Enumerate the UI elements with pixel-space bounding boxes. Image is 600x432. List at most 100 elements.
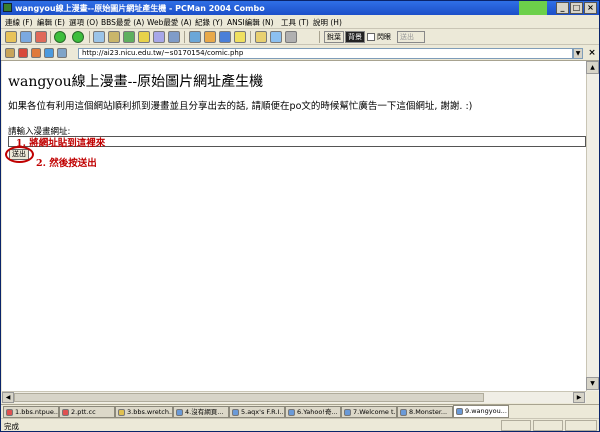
tab-label: 8.Monster...	[409, 408, 448, 416]
tools-icon[interactable]	[285, 31, 297, 43]
tab-icon	[288, 409, 295, 416]
settings-icon[interactable]	[153, 31, 165, 43]
tab-icon	[456, 408, 463, 415]
tab-6[interactable]: 6.Yahoo!奇...	[285, 406, 341, 418]
page-icon[interactable]	[57, 48, 67, 58]
tab-3[interactable]: 3.bbs.wretch...	[115, 406, 173, 418]
tab-icon	[176, 409, 183, 416]
scroll-left-icon[interactable]: ◀	[2, 392, 14, 403]
refresh-icon[interactable]	[123, 31, 135, 43]
address-dropdown[interactable]: ▼	[573, 48, 583, 59]
tab-9-active[interactable]: 9.wangyou...	[453, 405, 509, 418]
paste-icon[interactable]	[108, 31, 120, 43]
send-toolbar-button[interactable]: 送出	[397, 31, 425, 43]
note-icon[interactable]	[234, 31, 246, 43]
menu-edit[interactable]: 編輯 (E)	[37, 17, 65, 28]
toolbar-separator	[184, 31, 185, 43]
menu-connection[interactable]: 連線 (F)	[5, 17, 33, 28]
window-icon[interactable]	[219, 31, 231, 43]
copy-icon[interactable]	[93, 31, 105, 43]
toolbar-separator	[250, 31, 251, 43]
folder-icon[interactable]	[204, 31, 216, 43]
tab-label: 5.aqx's F.R.I...	[241, 408, 285, 416]
status-text: 完成	[4, 422, 19, 431]
tab-label: 1.bbs.ntpue...	[15, 408, 59, 416]
menu-history[interactable]: 紀錄 (Y)	[195, 17, 223, 28]
tab-4[interactable]: 4.沒有網頁...	[173, 406, 229, 418]
back-icon[interactable]	[54, 31, 66, 43]
tab-icon	[400, 409, 407, 416]
tab-bar: 1.bbs.ntpue... 2.ptt.cc 3.bbs.wretch... …	[1, 404, 599, 418]
menu-options[interactable]: 選項 (O)	[69, 17, 98, 28]
status-cell	[501, 420, 531, 431]
page-content: wangyou線上漫畫--原始圖片網址產生機 如果各位有利用這個網站順利抓到漫畫…	[2, 61, 586, 391]
status-cell	[533, 420, 563, 431]
info-icon[interactable]	[270, 31, 282, 43]
background-button[interactable]: 背景	[345, 31, 365, 43]
maximize-button[interactable]: □	[570, 2, 583, 14]
toolbar-separator	[319, 31, 320, 43]
tab-icon	[232, 409, 239, 416]
window-title: wangyou線上漫畫--原始圖片網址產生機 - PCMan 2004 Comb…	[15, 4, 265, 13]
page-description: 如果各位有利用這個網站順利抓到漫畫並且分享出去的話, 請順便在po文的時候幫忙廣…	[8, 101, 473, 112]
horizontal-scrollbar[interactable]: ◀ ▶	[2, 391, 586, 403]
scroll-down-icon[interactable]: ▼	[586, 377, 599, 390]
new-connection-icon[interactable]	[5, 31, 17, 43]
status-cell	[565, 420, 597, 431]
disconnect-icon[interactable]	[35, 31, 47, 43]
blink-checkbox-label: 閃眼	[377, 33, 391, 41]
browser-window: wangyou線上漫畫--原始圖片網址產生機 - PCMan 2004 Comb…	[0, 0, 600, 432]
status-indicator	[519, 1, 547, 15]
address-book-icon[interactable]	[20, 31, 32, 43]
app-icon	[3, 3, 12, 12]
forward-icon[interactable]	[72, 31, 84, 43]
close-button[interactable]: ×	[584, 2, 597, 14]
rss-icon[interactable]	[31, 48, 41, 58]
page-title: wangyou線上漫畫--原始圖片網址產生機	[8, 74, 264, 90]
menu-help[interactable]: 說明 (H)	[313, 17, 342, 28]
tab-label: 2.ptt.cc	[71, 408, 96, 416]
tab-7[interactable]: 7.Welcome t...	[341, 406, 397, 418]
globe-icon[interactable]	[44, 48, 54, 58]
annotation-step-1: 1. 將網址貼到這裡來	[16, 138, 106, 149]
status-bar: 完成	[1, 418, 599, 431]
tab-icon	[6, 409, 13, 416]
menu-tools[interactable]: 工具 (T)	[281, 17, 309, 28]
close-page-icon[interactable]: ×	[587, 48, 597, 59]
tab-label: 3.bbs.wretch...	[127, 408, 173, 416]
horizontal-scroll-thumb[interactable]	[14, 393, 484, 402]
address-bar: http://ai23.nicu.edu.tw/~s0170154/comic.…	[1, 46, 599, 61]
home-icon[interactable]	[5, 48, 15, 58]
tab-label: 9.wangyou...	[465, 407, 507, 415]
vertical-scrollbar[interactable]: ▲ ▼	[586, 61, 599, 391]
tab-5[interactable]: 5.aqx's F.R.I...	[229, 406, 285, 418]
font-button[interactable]: 銳葉	[324, 31, 344, 43]
menu-web-favorites[interactable]: Web最愛 (A)	[147, 17, 192, 28]
tab-8[interactable]: 8.Monster...	[397, 406, 453, 418]
menu-bar: 連線 (F) 編輯 (E) 選項 (O) BBS最愛 (A) Web最愛 (A)…	[1, 15, 599, 29]
menu-bbs-favorites[interactable]: BBS最愛 (A)	[101, 17, 144, 28]
blink-checkbox[interactable]	[367, 33, 375, 41]
globe-icon[interactable]	[189, 31, 201, 43]
address-input[interactable]: http://ai23.nicu.edu.tw/~s0170154/comic.…	[78, 48, 573, 59]
minimize-button[interactable]: _	[556, 2, 569, 14]
toolbar: 銳葉 背景 閃眼 送出	[1, 29, 599, 45]
tab-2[interactable]: 2.ptt.cc	[59, 406, 115, 418]
tab-1[interactable]: 1.bbs.ntpue...	[3, 406, 59, 418]
annotation-circle	[5, 146, 34, 163]
tab-label: 6.Yahoo!奇...	[297, 408, 338, 416]
tab-icon	[344, 409, 351, 416]
tab-label: 4.沒有網頁...	[185, 408, 224, 416]
annotation-step-2: 2. 然後按送出	[36, 158, 97, 169]
toolbar-separator	[50, 31, 51, 43]
scroll-up-icon[interactable]: ▲	[586, 61, 599, 74]
user-icon[interactable]	[168, 31, 180, 43]
favorites-icon[interactable]	[138, 31, 150, 43]
edit-icon[interactable]	[255, 31, 267, 43]
menu-ansi-edit[interactable]: ANSI編輯 (N)	[227, 17, 274, 28]
scroll-right-icon[interactable]: ▶	[573, 392, 585, 403]
title-bar[interactable]: wangyou線上漫畫--原始圖片網址產生機 - PCMan 2004 Comb…	[1, 1, 599, 15]
tab-icon	[62, 409, 69, 416]
toolbar-separator	[89, 31, 90, 43]
stop-icon[interactable]	[18, 48, 28, 58]
